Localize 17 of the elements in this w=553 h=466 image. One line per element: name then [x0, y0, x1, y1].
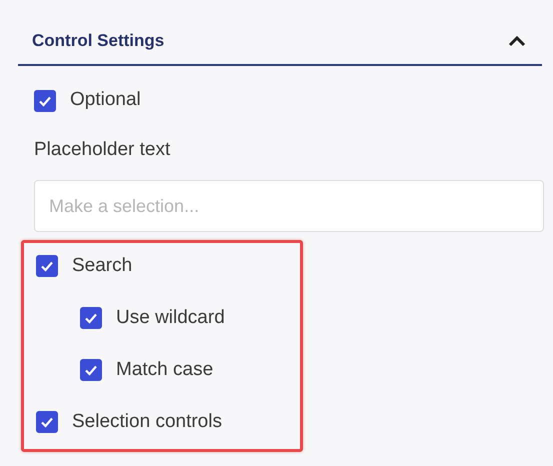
check-icon: [84, 363, 98, 377]
checkbox[interactable]: [80, 359, 102, 381]
placeholder-field[interactable]: Make a selection...: [34, 180, 544, 232]
check-icon: [84, 311, 98, 325]
field-label: Placeholder text: [34, 138, 172, 162]
checkbox-label: Optional: [70, 88, 141, 112]
check-icon: [40, 415, 54, 429]
checkbox[interactable]: [80, 307, 102, 329]
checkbox[interactable]: [34, 90, 56, 112]
checkbox-label: Search: [72, 254, 132, 278]
checkbox-label: Use wildcard: [116, 306, 225, 330]
section-title: Control Settings: [32, 30, 164, 52]
checkbox-label: Selection controls: [72, 410, 222, 434]
check-icon: [40, 259, 54, 273]
checkbox[interactable]: [36, 411, 58, 433]
checkbox[interactable]: [36, 255, 58, 277]
checkbox-label: Match case: [116, 358, 214, 382]
